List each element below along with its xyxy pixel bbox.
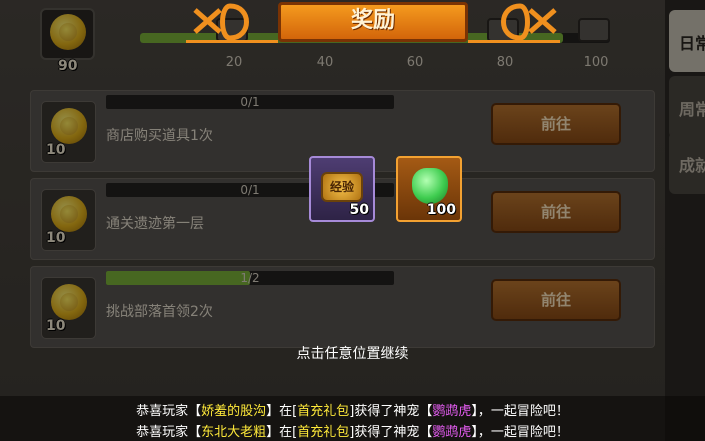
pack-name[interactable]: 首充礼包 bbox=[297, 404, 349, 419]
broadcast-bar: 恭喜玩家【娇羞的股沟】在[首充礼包]获得了神宠【鹦鹉虎】，一起冒险吧！ 恭喜玩家… bbox=[0, 396, 705, 441]
reward-banner: 奖励 bbox=[186, 0, 560, 46]
broadcast-text: 】在[ bbox=[266, 425, 298, 440]
reward-item-gem[interactable]: 100 bbox=[396, 156, 462, 222]
broadcast-text: ]获得了神宠【 bbox=[349, 404, 433, 419]
reward-count: 50 bbox=[349, 202, 369, 218]
pet-name[interactable]: 鹦鹉虎 bbox=[432, 425, 471, 440]
broadcast-text: 恭喜玩家【 bbox=[136, 425, 202, 440]
game-screen[interactable]: 日常 周常 成就 90 20 40 60 80 100 10 0/1 商店购买道… bbox=[0, 0, 705, 441]
player-name[interactable]: 娇羞的股沟 bbox=[201, 404, 266, 419]
green-gem-icon bbox=[412, 168, 448, 204]
broadcast-text: ]获得了神宠【 bbox=[349, 425, 433, 440]
ornament-icon bbox=[193, 3, 249, 41]
continue-hint: 点击任意位置继续 bbox=[296, 346, 409, 362]
reward-count: 100 bbox=[426, 202, 456, 218]
popup-title: 奖励 bbox=[350, 8, 395, 33]
broadcast-line: 恭喜玩家【娇羞的股沟】在[首充礼包]获得了神宠【鹦鹉虎】，一起冒险吧！ bbox=[0, 400, 705, 419]
broadcast-line: 恭喜玩家【东北大老粗】在[首充礼包]获得了神宠【鹦鹉虎】，一起冒险吧！ bbox=[0, 421, 705, 440]
reward-item-exp[interactable]: 经验 50 bbox=[309, 156, 375, 222]
ornament-icon bbox=[501, 3, 557, 41]
pet-name[interactable]: 鹦鹉虎 bbox=[432, 404, 471, 419]
broadcast-text: 恭喜玩家【 bbox=[136, 404, 202, 419]
pack-name[interactable]: 首充礼包 bbox=[297, 425, 349, 440]
broadcast-text: 】，一起冒险吧！ bbox=[471, 404, 569, 419]
player-name[interactable]: 东北大老粗 bbox=[201, 425, 266, 440]
broadcast-text: 】在[ bbox=[266, 404, 298, 419]
exp-icon: 经验 bbox=[321, 172, 363, 202]
broadcast-text: 】，一起冒险吧！ bbox=[471, 425, 569, 440]
